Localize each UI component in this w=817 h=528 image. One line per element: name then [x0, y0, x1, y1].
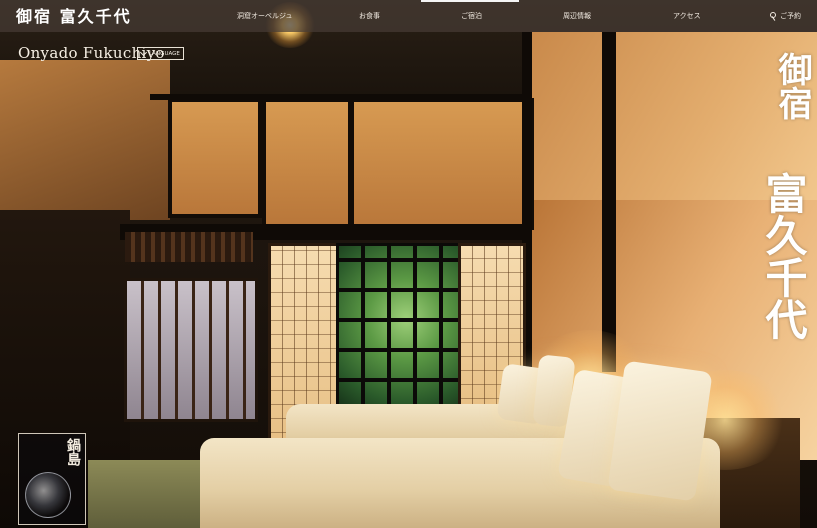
- hero-photo: [0, 0, 817, 528]
- nabeshima-emblem[interactable]: 鍋島: [18, 433, 86, 525]
- sake-glass-image: [25, 472, 71, 518]
- pillar: [602, 32, 616, 372]
- emblem-text: 鍋島: [65, 438, 81, 466]
- chevron-down-icon: [140, 48, 148, 57]
- nav-active-indicator: [421, 0, 519, 2]
- wall-panel: [262, 98, 352, 228]
- wall-panel: [350, 98, 534, 230]
- key-icon: [770, 12, 778, 20]
- nav-item-dining[interactable]: お食事: [359, 0, 380, 32]
- nav-item-stay[interactable]: ご宿泊: [461, 0, 482, 32]
- left-wall: [0, 60, 170, 220]
- beam: [150, 94, 530, 100]
- login-link[interactable]: ご予約: [770, 0, 801, 32]
- lattice-window: [124, 278, 258, 422]
- pillow: [607, 360, 713, 502]
- garden-window: [336, 243, 464, 411]
- calligraphy-fukuchiyo: 富久千代: [759, 172, 808, 340]
- transom-grille: [125, 232, 253, 262]
- language-label: LANGUAGE: [149, 50, 180, 57]
- calligraphy-goshuku: 御宿: [772, 52, 812, 120]
- brand-logo[interactable]: 御宿 富久千代: [16, 3, 132, 27]
- nav-item-surroundings[interactable]: 周辺情報: [563, 0, 591, 32]
- top-navigation: 御宿 富久千代 洞窟オーベルジュ お食事 ご宿泊 周辺情報 アクセス ご予約: [0, 0, 817, 32]
- wall-panel: [168, 98, 262, 218]
- login-label: ご予約: [780, 12, 801, 20]
- nav-item-access[interactable]: アクセス: [673, 0, 701, 32]
- language-button[interactable]: LANGUAGE: [137, 47, 184, 60]
- nav-item-cave-auberge[interactable]: 洞窟オーベルジュ: [237, 0, 293, 32]
